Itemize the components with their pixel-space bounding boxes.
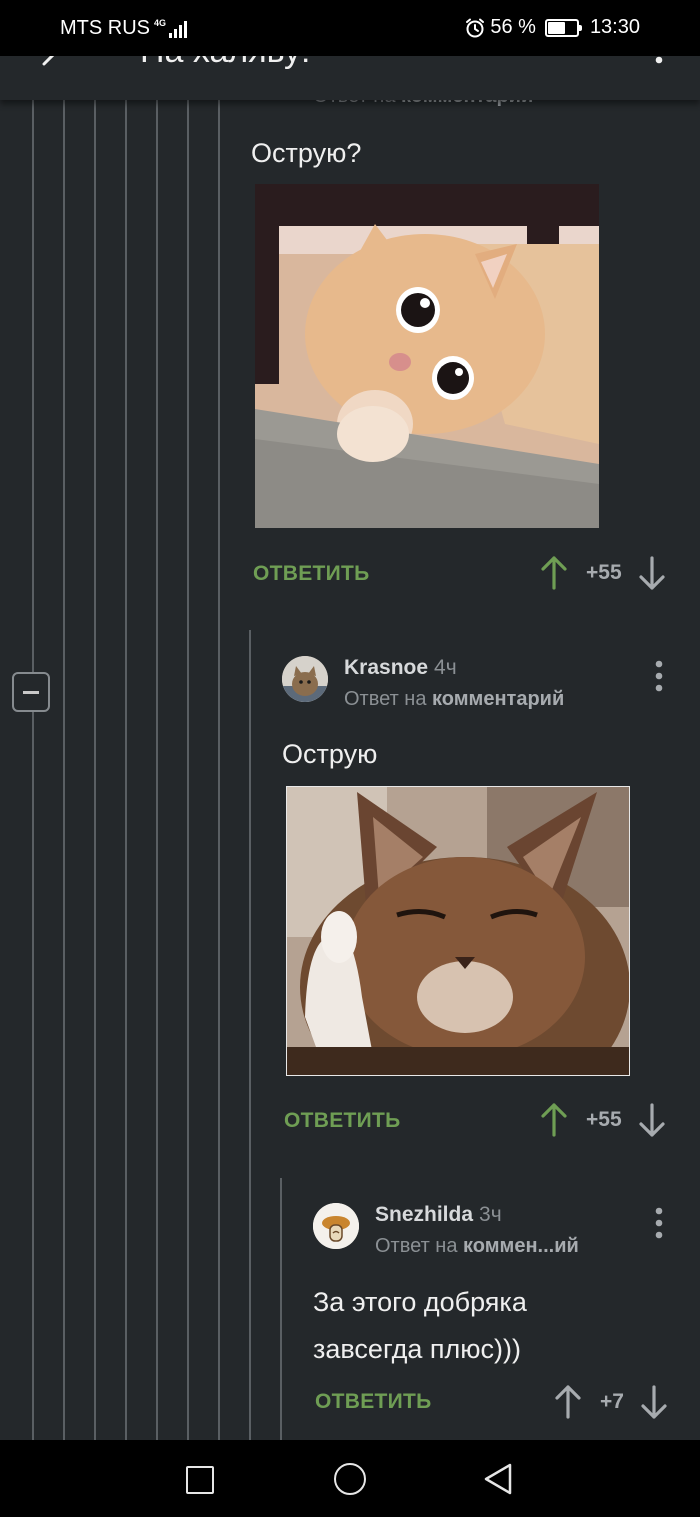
thread-line: [187, 100, 189, 1440]
clock: 13:30: [589, 16, 640, 38]
minus-icon: [23, 690, 39, 694]
comment-score: +55: [586, 1108, 622, 1131]
reply-to-prefix: Ответ на: [344, 688, 427, 710]
app-bar: На халяву!: [0, 56, 700, 100]
comment-score: +55: [586, 561, 622, 584]
thread-line: [63, 100, 65, 1440]
vote-controls: +7: [554, 1385, 668, 1419]
comment-time: 4ч: [434, 656, 457, 679]
reply-to-line: Ответ на коммен...ий: [375, 1235, 579, 1258]
comment-text: Острую: [282, 739, 378, 769]
reply-to-prefix: Ответ на: [375, 1235, 458, 1257]
downvote-arrow-icon[interactable]: [638, 556, 666, 590]
upvote-arrow-icon[interactable]: [554, 1385, 582, 1419]
vote-controls: +55: [540, 1103, 666, 1137]
thread-line: [218, 100, 220, 1440]
carrier-name: MTS RUS: [60, 17, 150, 39]
thread-line: [125, 100, 127, 1440]
thread-line: [280, 1178, 282, 1440]
comment-text: Острую?: [251, 138, 362, 168]
reply-button[interactable]: ОТВЕТИТЬ: [315, 1390, 432, 1414]
more-options-icon[interactable]: [654, 660, 664, 692]
author-name[interactable]: Krasnoe: [344, 656, 428, 679]
signal-icon: [169, 20, 188, 38]
battery-icon: [544, 18, 582, 37]
comment-text-line: За этого добряка: [313, 1287, 527, 1317]
scared-cat-photo[interactable]: [255, 184, 599, 528]
vote-controls: +55: [540, 556, 666, 590]
thread-line: [249, 630, 251, 1440]
downvote-arrow-icon[interactable]: [638, 1103, 666, 1137]
reply-to-link[interactable]: комментарий: [432, 688, 564, 710]
system-nav-bar: [0, 1440, 700, 1517]
reply-button[interactable]: ОТВЕТИТЬ: [284, 1109, 401, 1133]
home-button[interactable]: [334, 1463, 366, 1495]
upvote-arrow-icon[interactable]: [540, 1103, 568, 1137]
comment-author[interactable]: Snezhilda 3ч: [375, 1203, 502, 1227]
author-name[interactable]: Snezhilda: [375, 1203, 473, 1226]
reply-to-line: Ответ на комментарий: [344, 688, 564, 711]
downvote-arrow-icon[interactable]: [640, 1385, 668, 1419]
avatar[interactable]: [282, 656, 328, 702]
comment-thread: Ответ на комментарий Острую?: [0, 0, 700, 1440]
more-options-icon[interactable]: [654, 56, 664, 66]
reply-to-link[interactable]: коммен...ий: [463, 1235, 579, 1257]
reply-button[interactable]: ОТВЕТИТЬ: [253, 562, 370, 586]
status-bar: MTS RUS 4G 56 % 13:30: [0, 0, 700, 56]
thread-line: [32, 100, 34, 1440]
more-options-icon[interactable]: [654, 1207, 664, 1239]
collapse-thread-button[interactable]: [12, 672, 50, 712]
avatar[interactable]: [313, 1203, 359, 1249]
comment-score: +7: [600, 1390, 624, 1413]
thread-line: [156, 100, 158, 1440]
back-arrow-icon[interactable]: [38, 56, 62, 76]
page-title: На халяву!: [140, 56, 310, 71]
thread-line: [94, 100, 96, 1440]
battery-percent: 56 %: [490, 16, 536, 38]
recent-apps-button[interactable]: [186, 1466, 214, 1494]
alarm-icon: [466, 18, 485, 37]
network-type: 4G: [154, 18, 167, 28]
comment-text-line: завсегда плюс))): [313, 1334, 521, 1364]
comment-time: 3ч: [479, 1203, 502, 1226]
upvote-arrow-icon[interactable]: [540, 556, 568, 590]
smug-cat-thumbs-up-photo[interactable]: [286, 786, 630, 1076]
nav-back-button[interactable]: [482, 1462, 514, 1496]
comment-author[interactable]: Krasnoe 4ч: [344, 656, 457, 680]
